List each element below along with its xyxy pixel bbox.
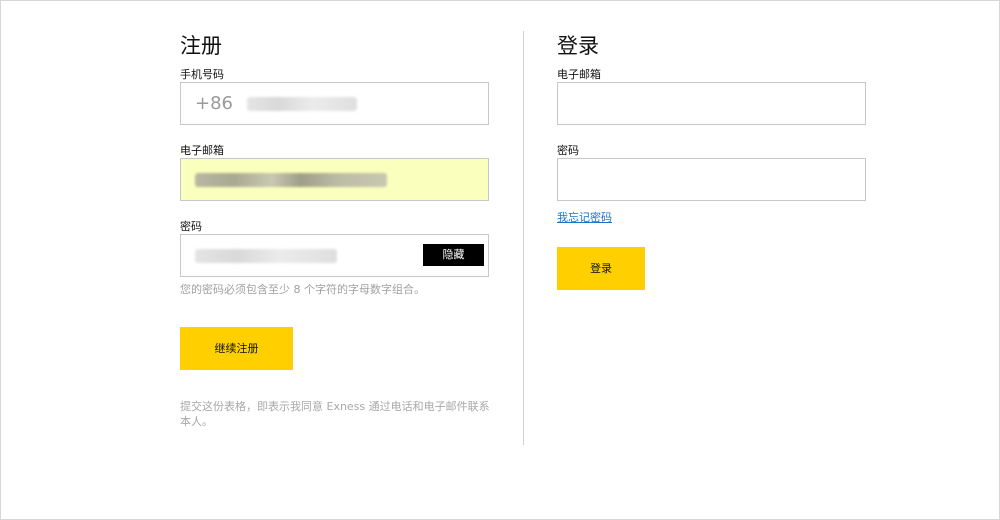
forgot-wrapper: 我忘记密码 <box>557 206 867 225</box>
password-hint: 您的密码必须包含至少 8 个字符的字母数字组合。 <box>180 283 425 296</box>
register-title: 注册 <box>180 34 222 58</box>
login-button[interactable]: 登录 <box>557 247 645 290</box>
email-value-redacted <box>195 173 387 187</box>
phone-value-redacted <box>247 97 357 111</box>
login-password-label: 密码 <box>557 144 579 157</box>
forgot-password-link[interactable]: 我忘记密码 <box>557 211 612 225</box>
hide-password-button[interactable]: 隐藏 <box>423 244 484 266</box>
login-password-input[interactable] <box>557 158 866 201</box>
login-form: 登录 电子邮箱 密码 我忘记密码 登录 <box>557 31 867 290</box>
email-input[interactable] <box>180 158 489 201</box>
password-label: 密码 <box>180 220 202 233</box>
legal-notice: 提交这份表格，即表示我同意 Exness 通过电话和电子邮件联系本人。 <box>180 400 490 428</box>
password-value-redacted <box>195 249 337 263</box>
page-frame: 注册 手机号码 +86 电子邮箱 密码 隐藏 您的密码必须包含至少 8 个字符的… <box>0 0 1000 520</box>
login-title: 登录 <box>557 34 599 58</box>
register-form: 注册 手机号码 +86 电子邮箱 密码 隐藏 您的密码必须包含至少 8 个字符的… <box>180 31 490 429</box>
login-email-input[interactable] <box>557 82 866 125</box>
login-email-label: 电子邮箱 <box>557 68 601 81</box>
phone-label: 手机号码 <box>180 68 224 81</box>
email-label: 电子邮箱 <box>180 144 224 157</box>
column-divider <box>523 31 524 445</box>
phone-prefix: +86 <box>195 93 233 114</box>
password-input[interactable]: 隐藏 <box>180 234 489 277</box>
continue-register-button[interactable]: 继续注册 <box>180 327 293 370</box>
phone-input[interactable]: +86 <box>180 82 489 125</box>
